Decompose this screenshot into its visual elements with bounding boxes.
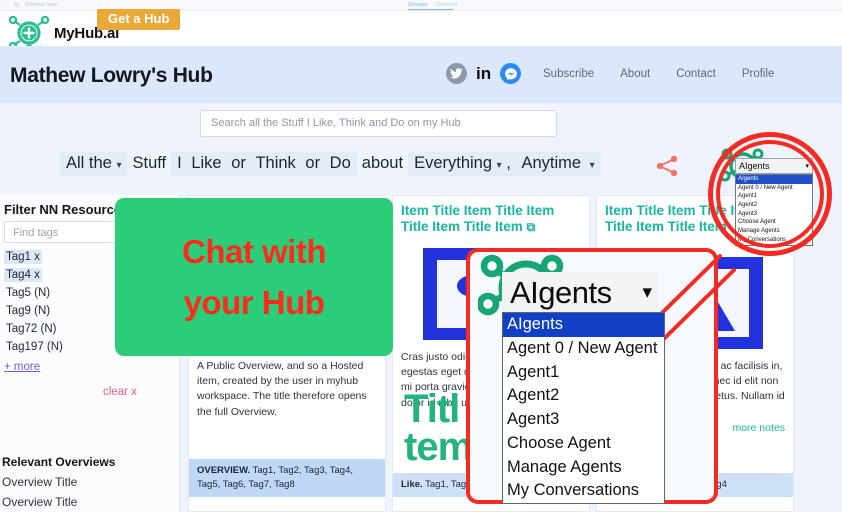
agent-select-large-chevron-down-icon: ▾ [642,281,652,303]
filter-think: Think [255,154,296,172]
filter-topic-time-dropdown[interactable]: Everything ▾ , Anytime ▾ [408,152,601,176]
card-tag-prefix-1: OVERVIEW. [197,465,251,477]
relevant-overviews-title: Relevant Overviews [2,455,116,469]
card-tags-1: OVERVIEW. Tag1, Tag2, Tag3, Tag4, Tag5, … [189,459,385,497]
filter-topic-label: Everything [414,154,493,172]
linkedin-icon[interactable]: in [476,65,491,82]
tag-item-6[interactable]: Tag197 (N) [4,340,65,354]
social-links: in [446,63,522,84]
messenger-icon[interactable] [500,63,522,84]
time-chevron-down-icon: ▾ [589,160,595,171]
tag-item-1[interactable]: Tag1 x [4,250,42,264]
agent-select-large-label: AIgents [510,274,612,310]
filter-scope-label: All the [66,154,112,172]
clear-filters-link[interactable]: clear x [103,386,137,398]
strip-right-actions: Simulate Comment [408,2,457,8]
strip-left-label: Sitemap feed [24,2,57,8]
agent-option-large-my-conversations[interactable]: My Conversations [503,479,664,503]
agent-option-large-agent3[interactable]: Agent3 [503,408,664,432]
header-nav: Subscribe About Contact Profile [543,68,774,80]
tag-item-5[interactable]: Tag72 (N) [4,322,59,336]
strip-active-underline [408,9,453,10]
chat-callout-line-1: Chat with [182,232,326,270]
hub-network-plus-icon [8,15,50,52]
magnifier-inner-ring [716,140,824,248]
chevron-down-icon: ▾ [116,160,122,171]
agent-options-large[interactable]: AIgents Agent 0 / New Agent Agent1 Agent… [502,312,665,504]
filter-stuff[interactable]: Stuff [127,152,171,175]
tag-item-4[interactable]: Tag9 (N) [4,304,52,318]
card-tag-prefix-2: Like. [401,479,423,491]
agent-option-large-agent-0[interactable]: Agent 0 / New Agent [503,337,664,361]
search-placeholder: Search all the Stuff I Like, Think and D… [211,117,461,129]
strip-comment-label[interactable]: Comment [435,2,457,8]
filter-do: Do [329,154,351,172]
tag-search-input[interactable]: Find tags [4,221,130,243]
filter-comma: , [506,154,511,172]
tag-item-3[interactable]: Tag5 (N) [4,286,52,300]
topic-chevron-down-icon: ▾ [496,160,502,171]
external-link-icon[interactable]: ⧉ [527,220,536,234]
get-a-hub-button[interactable]: Get a Hub [97,9,181,31]
strip-simulate-label[interactable]: Simulate [408,2,427,8]
filter-or-1: or [231,154,246,172]
tag-more-link[interactable]: + more [4,361,65,373]
nav-contact[interactable]: Contact [676,68,716,80]
strip-chevron-icon: ⌄ [4,2,9,8]
filter-scope-dropdown[interactable]: All the ▾ [60,152,128,176]
nav-subscribe[interactable]: Subscribe [543,68,594,80]
page-title: Mathew Lowry's Hub [10,64,213,87]
agent-option-large-agent1[interactable]: Agent1 [503,361,664,385]
agent-option-large-manage-agents[interactable]: Manage Agents [503,456,664,480]
tag-list: Tag1 x Tag4 x Tag5 (N) Tag9 (N) Tag72 (N… [4,250,65,373]
tag-search-placeholder: Find tags [13,227,59,239]
overview-link-1[interactable]: Overview Title [2,475,77,489]
agent-select-large[interactable]: AIgents ▾ [502,272,658,312]
filter-time-label: Anytime [521,154,582,172]
nav-about[interactable]: About [620,68,650,80]
filter-i-like-think-do[interactable]: I Like or Think or Do [171,152,357,176]
agent-option-large-choose-agent[interactable]: Choose Agent [503,432,664,456]
filter-about: about [361,154,404,172]
strip-doc-icon: ▤ [14,2,19,8]
chat-with-your-hub-callout: Chat with your Hub [115,198,393,356]
chat-callout-line-2: your Hub [183,283,325,321]
search-input[interactable]: Search all the Stuff I Like, Think and D… [200,110,557,137]
card-body-1: A Public Overview, and so a Hosted item,… [197,359,367,418]
nav-profile[interactable]: Profile [742,68,775,80]
card-title-2[interactable]: Item Title Item Title Item Title Item Ti… [393,196,589,235]
screenshot-root: ⌄ ▤ Sitemap feed Simulate Comment MyHub.… [0,0,842,512]
filter-like: Like [191,154,222,172]
filter-bar: All the ▾ Stuff I Like or Think or Do ab… [60,152,601,176]
agent-option-large-agent2[interactable]: Agent2 [503,384,664,408]
share-icon[interactable] [655,155,679,177]
tag-item-2[interactable]: Tag4 x [4,268,42,282]
overview-link-2[interactable]: Overview Title [2,495,77,509]
agent-option-large-aigents[interactable]: AIgents [503,313,664,337]
filter-i: I [177,154,182,172]
filter-or-2: or [305,154,321,172]
twitter-icon[interactable] [446,63,467,84]
sidebar-title: Filter NN Resources [4,202,129,217]
